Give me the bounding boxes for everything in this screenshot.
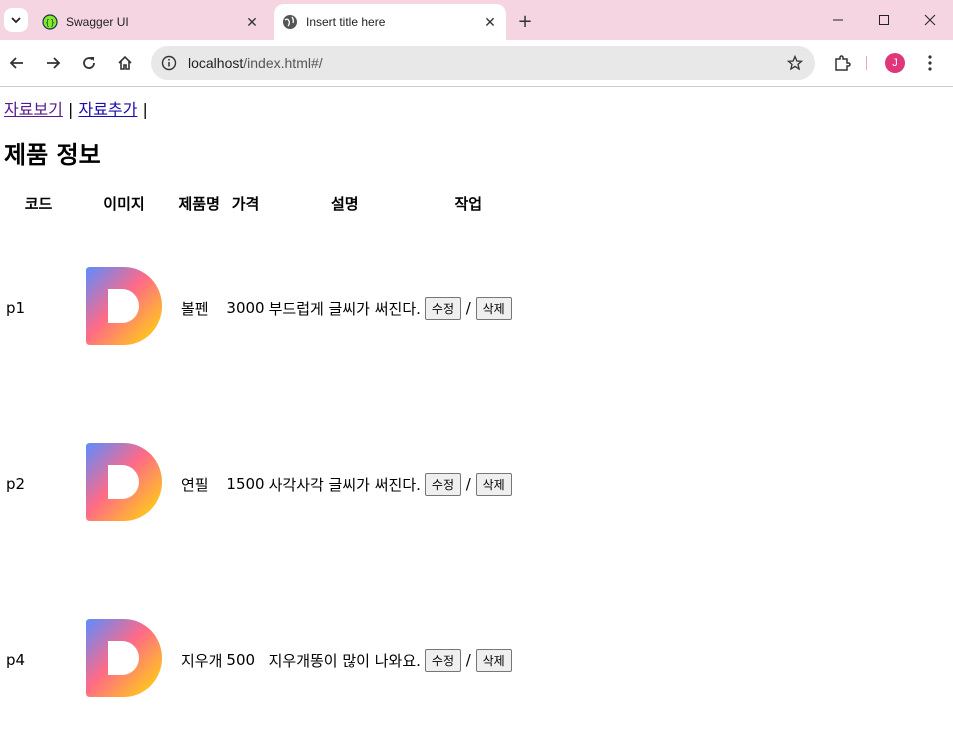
close-icon[interactable]: ✕ [480, 12, 500, 32]
globe-icon [282, 14, 298, 30]
product-code: p1 [6, 299, 26, 317]
address-bar[interactable]: localhost/index.html#/ [151, 46, 815, 80]
chevron-down-icon [11, 17, 21, 24]
table-row: p1 볼펜 3000 부드럽게 글씨가 써진다. 수정 / 삭제 [4, 221, 513, 395]
actions-cell: 수정 / 삭제 [424, 221, 513, 395]
column-header: 이미지 [103, 194, 145, 213]
product-image [86, 267, 162, 345]
product-name: 지우개 [181, 651, 223, 670]
actions-cell: 수정 / 삭제 [424, 397, 513, 571]
product-code: p2 [6, 475, 26, 493]
browser-toolbar: localhost/index.html#/ J [0, 40, 953, 87]
url-path: /index.html#/ [243, 55, 323, 71]
product-name: 볼펜 [181, 299, 209, 318]
close-icon[interactable]: ✕ [242, 12, 262, 32]
edit-button[interactable]: 수정 [424, 648, 461, 672]
delete-button[interactable]: 삭제 [475, 296, 512, 320]
product-description: 사각사각 글씨가 써진다. [268, 475, 421, 494]
product-image [86, 443, 162, 521]
delete-button[interactable]: 삭제 [475, 648, 512, 672]
product-price: 3000 [226, 299, 265, 317]
back-arrow-icon[interactable] [3, 49, 31, 77]
tab-insert-title[interactable]: Insert title here ✕ [274, 4, 506, 40]
tab-title: Insert title here [306, 15, 386, 29]
action-separator: / [465, 298, 471, 317]
product-price: 500 [226, 651, 256, 669]
product-table: 코드 이미지 제품명 가격 설명 작업 p1 볼펜 3000 부드럽게 글씨가 … [2, 185, 515, 749]
column-header: 설명 [330, 194, 359, 213]
edit-button[interactable]: 수정 [424, 472, 461, 496]
add-item-link[interactable]: 자료추가 [78, 100, 137, 119]
reload-icon[interactable] [75, 49, 103, 77]
new-tab-plus-icon[interactable]: + [514, 10, 536, 32]
action-separator: / [465, 650, 471, 669]
extensions-puzzle-icon[interactable] [830, 49, 854, 77]
window-close-icon[interactable] [907, 0, 953, 40]
product-image [86, 619, 162, 697]
site-info-icon[interactable] [159, 53, 179, 73]
page-title: 제품 정보 [4, 141, 101, 169]
product-image-cell [75, 397, 173, 571]
profile-avatar[interactable]: J [885, 53, 905, 73]
url-text: localhost/index.html#/ [188, 55, 323, 71]
toolbar-divider [866, 56, 867, 70]
svg-text:{}: {} [45, 18, 55, 27]
edit-button[interactable]: 수정 [424, 296, 461, 320]
url-host: localhost [188, 55, 244, 71]
nav-separator: | [142, 100, 148, 119]
kebab-menu-icon[interactable] [920, 53, 940, 73]
page-content: 자료보기 | 자료추가 | 제품 정보 코드 이미지 제품명 가격 설명 작업 … [0, 87, 953, 730]
product-name: 연필 [181, 475, 209, 494]
column-header: 작업 [454, 194, 483, 213]
bookmark-star-icon[interactable] [785, 53, 805, 73]
browser-titlebar: {} Swagger UI ✕ Insert title here ✕ + [0, 0, 953, 40]
swagger-icon: {} [42, 14, 58, 30]
view-list-link[interactable]: 자료보기 [4, 100, 63, 119]
tab-swagger[interactable]: {} Swagger UI ✕ [34, 4, 268, 40]
top-nav: 자료보기 | 자료추가 | [4, 96, 148, 120]
delete-button[interactable]: 삭제 [475, 472, 512, 496]
column-header: 가격 [231, 194, 260, 213]
nav-separator: | [67, 100, 74, 119]
product-code: p4 [6, 651, 26, 669]
table-header-row: 코드 이미지 제품명 가격 설명 작업 [4, 187, 513, 219]
action-separator: / [465, 474, 471, 493]
product-description: 지우개똥이 많이 나와요. [268, 651, 421, 670]
product-image-cell [75, 221, 173, 395]
table-row: p2 연필 1500 사각사각 글씨가 써진다. 수정 / 삭제 [4, 397, 513, 571]
product-price: 1500 [226, 475, 265, 493]
table-row: p4 지우개 500 지우개똥이 많이 나와요. 수정 / 삭제 [4, 573, 513, 747]
product-image-cell [75, 573, 173, 747]
maximize-icon[interactable] [861, 0, 907, 40]
home-icon[interactable] [111, 49, 139, 77]
tab-search-button[interactable] [4, 8, 28, 32]
tab-title: Swagger UI [66, 15, 129, 29]
product-description: 부드럽게 글씨가 써진다. [268, 299, 421, 318]
actions-cell: 수정 / 삭제 [424, 573, 513, 747]
forward-arrow-icon[interactable] [39, 49, 67, 77]
column-header: 코드 [24, 194, 53, 213]
column-header: 제품명 [178, 194, 220, 213]
minimize-icon[interactable] [815, 0, 861, 40]
